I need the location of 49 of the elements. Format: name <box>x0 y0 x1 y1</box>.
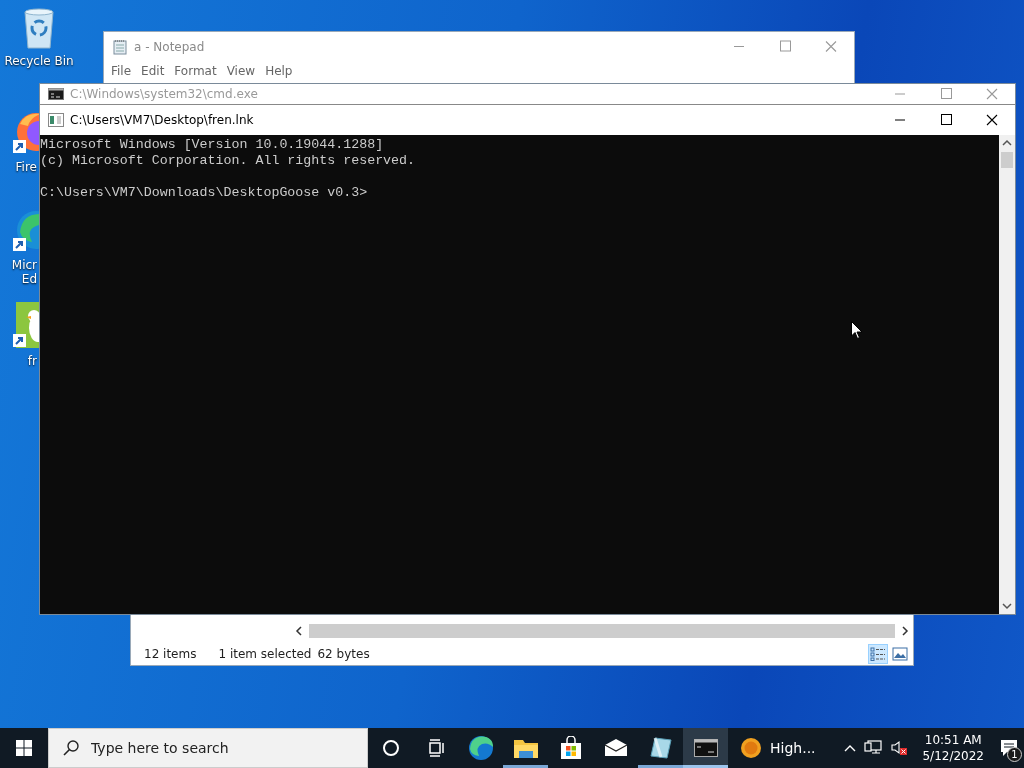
desktop-icon-label: Fire <box>14 160 37 174</box>
menu-item[interactable]: Help <box>260 61 298 81</box>
network-icon[interactable] <box>864 740 883 756</box>
menu-item[interactable]: View <box>221 61 261 81</box>
circle-logo-icon <box>740 737 762 759</box>
windows-logo-icon <box>16 740 32 756</box>
notepad-icon <box>648 736 673 760</box>
menu-item[interactable]: Edit <box>136 61 170 81</box>
details-view-button[interactable] <box>868 644 888 664</box>
task-view-icon <box>426 739 445 757</box>
desktop-icon-label: Ed <box>20 272 37 286</box>
cortana-circle-icon <box>381 739 400 757</box>
search-field[interactable]: Type here to search <box>91 740 367 756</box>
status-text: 1 item selected <box>218 647 312 661</box>
command-prompt-icon <box>48 88 64 100</box>
notepad-icon <box>112 38 128 55</box>
edge-icon <box>467 735 494 761</box>
console-prompt: C:\Users\VM7\Downloads\DesktopGoose v0.3> <box>40 185 369 201</box>
speaker-muted-icon[interactable] <box>890 740 909 756</box>
taskbar-app-button[interactable] <box>683 728 728 768</box>
goose-shortcut-icon[interactable] <box>12 300 39 350</box>
status-text: 12 items <box>144 647 197 661</box>
desktop-icon-label: fr <box>26 354 37 368</box>
window-title: a - Notepad <box>134 39 206 54</box>
console-output-line: Microsoft Windows [Version 10.0.19044.1288] <box>40 137 385 153</box>
chevron-up-icon[interactable] <box>844 744 857 752</box>
window-title: C:\Users\VM7\Desktop\fren.lnk <box>70 113 255 127</box>
status-text: 62 bytes <box>317 647 370 661</box>
search-icon <box>63 740 79 756</box>
command-prompt-icon <box>693 739 718 757</box>
folder-icon <box>512 737 539 759</box>
clock-time[interactable]: 10:51 AM <box>924 732 982 748</box>
search-box[interactable]: Type here to search <box>48 728 368 768</box>
store-bag-icon <box>559 736 582 760</box>
shortcut-file-icon <box>48 113 64 127</box>
scrollbar-thumb[interactable] <box>1001 152 1013 168</box>
notification-count: 1 <box>1007 747 1022 762</box>
desktop-icon-label: Recycle Bin <box>3 54 75 68</box>
mouse-pointer-icon <box>851 321 863 340</box>
scrollbar-thumb[interactable] <box>309 624 895 638</box>
desktop-icon-label: Micr <box>10 258 37 272</box>
envelope-icon <box>603 739 628 757</box>
menu-item[interactable]: File <box>106 61 137 81</box>
menu-item[interactable]: Format <box>169 61 222 81</box>
clock-date[interactable]: 5/12/2022 <box>922 748 984 764</box>
large-icons-view-button[interactable] <box>890 644 910 664</box>
console-output-line: (c) Microsoft Corporation. All rights reserved. <box>40 153 417 169</box>
window-title: C:\Windows\system32\cmd.exe <box>70 87 259 101</box>
taskbar-app-button[interactable]: High... <box>728 728 826 768</box>
